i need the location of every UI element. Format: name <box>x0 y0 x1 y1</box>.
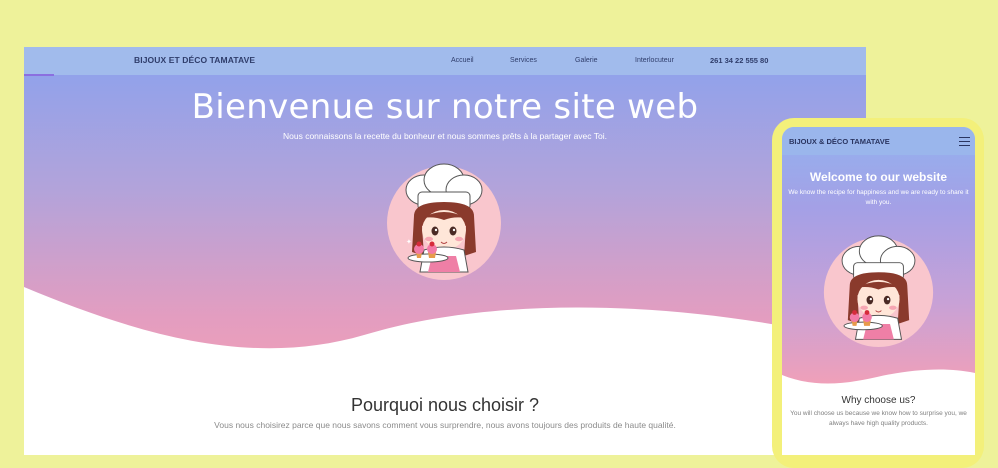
mobile-navbar: BIJOUX & DÉCO TAMATAVE <box>782 127 975 155</box>
mobile-hero-title: Welcome to our website <box>809 170 948 184</box>
desktop-preview: BIJOUX ET DÉCO TAMATAVE Accueil Services… <box>24 47 866 455</box>
section-title: Pourquoi nous choisir ? <box>350 395 540 415</box>
chef-illustration-icon: ✦ <box>387 163 501 280</box>
mobile-section-text: You will choose us because we know how t… <box>790 410 967 427</box>
mobile-hero-subtitle: We know the recipe for happiness and we … <box>788 189 969 206</box>
hamburger-menu-icon[interactable] <box>959 137 970 146</box>
mobile-preview: BIJOUX & DÉCO TAMATAVE Welcome to our we… <box>782 127 975 455</box>
hero-wave-divider <box>24 287 866 407</box>
phone-number[interactable]: 261 34 22 555 80 <box>710 56 768 65</box>
mobile-section-title: Why choose us? <box>841 395 916 406</box>
nav-link-galerie[interactable]: Galerie <box>575 57 598 64</box>
nav-link-interlocuteur[interactable]: Interlocuteur <box>635 57 674 64</box>
hero-subtitle: Nous connaissons la recette du bonheur e… <box>283 131 607 141</box>
brand-logo[interactable]: BIJOUX ET DÉCO TAMATAVE <box>134 55 255 65</box>
mobile-chef-illustration-icon <box>823 235 934 347</box>
section-text: Vous nous choisirez parce que nous savon… <box>214 420 676 430</box>
desktop-navbar: BIJOUX ET DÉCO TAMATAVE Accueil Services… <box>24 47 866 75</box>
nav-link-accueil[interactable]: Accueil <box>451 57 474 64</box>
nav-active-indicator <box>24 74 54 76</box>
hero-title: Bienvenue sur notre site web <box>191 87 699 127</box>
svg-text:✦: ✦ <box>406 238 412 246</box>
nav-link-services[interactable]: Services <box>510 57 537 64</box>
mobile-brand-logo[interactable]: BIJOUX & DÉCO TAMATAVE <box>789 137 890 146</box>
